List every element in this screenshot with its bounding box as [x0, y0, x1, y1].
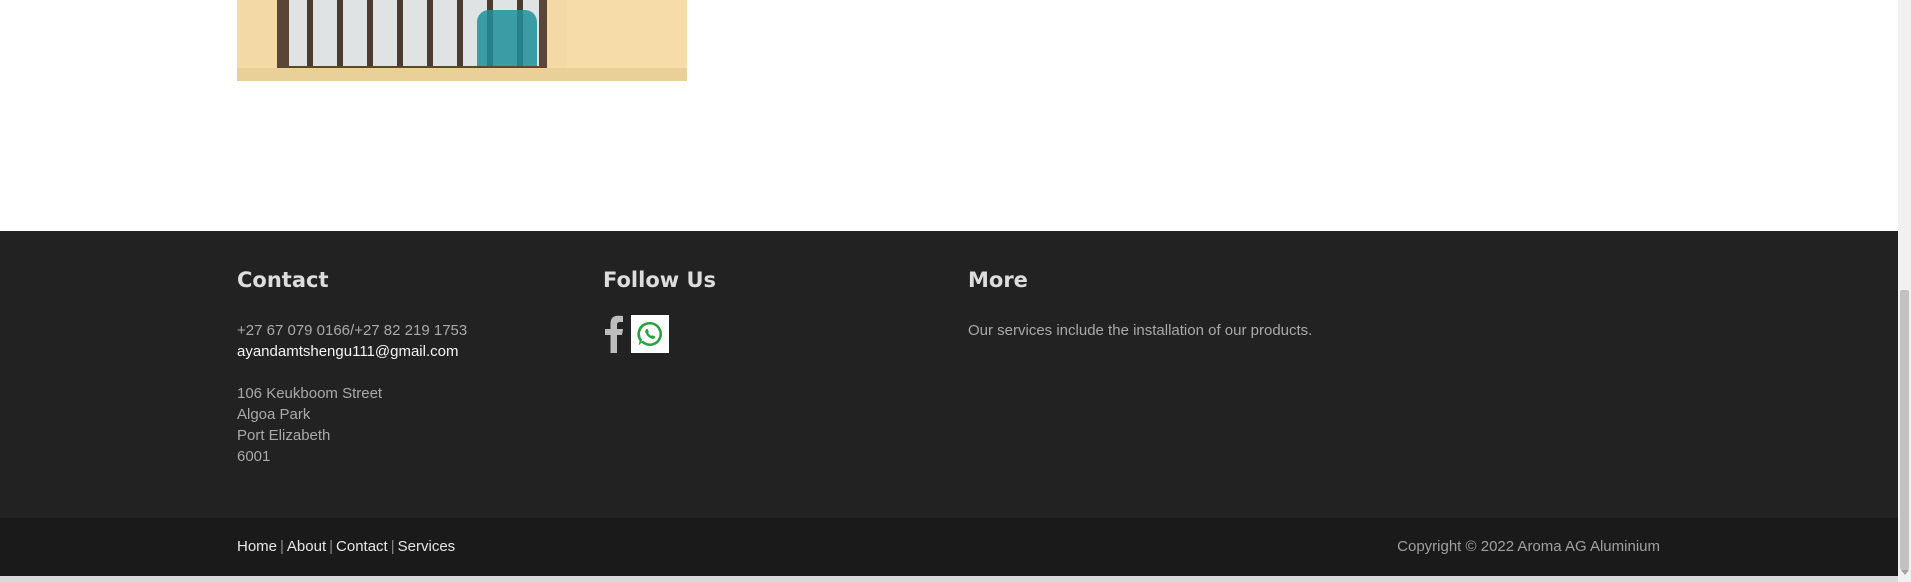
contact-heading: Contact [237, 268, 329, 292]
footer-link-contact[interactable]: Contact [336, 538, 388, 555]
address-line: Algoa Park [237, 406, 311, 423]
address-line: 106 Keukboom Street [237, 385, 383, 402]
address-line: Port Elizabeth [237, 427, 331, 444]
footer-link-about[interactable]: About [287, 538, 326, 555]
footer-contact-column: Contact +27 67 079 0166/+27 82 219 1753 … [237, 268, 467, 465]
nav-separator: | [390, 538, 395, 555]
contact-address: 106 Keukboom Street Algoa Park Port Eliz… [237, 383, 382, 467]
facebook-icon[interactable] [603, 315, 625, 353]
footer-nav: Home | About | Contact | Services [237, 538, 455, 555]
bottom-edge [0, 576, 1898, 582]
whatsapp-icon[interactable] [631, 315, 669, 353]
copyright-text: Copyright © 2022 Aroma AG Aluminium [1397, 538, 1660, 555]
more-description: Our services include the installation of… [968, 322, 1313, 339]
address-line: 6001 [237, 448, 271, 465]
footer-link-services[interactable]: Services [398, 538, 456, 555]
footer-more-column: More Our services include the installati… [968, 268, 1312, 339]
scroll-down-arrow-icon[interactable] [1901, 570, 1909, 575]
scrollbar-thumb[interactable] [1900, 290, 1909, 570]
page-viewport: Contact +27 67 079 0166/+27 82 219 1753 … [0, 0, 1898, 582]
product-photo [237, 0, 687, 81]
footer-link-home[interactable]: Home [237, 538, 277, 555]
follow-heading: Follow Us [603, 268, 717, 292]
contact-email-link[interactable]: ayandamtshengu111@gmail.com [237, 341, 467, 362]
more-heading: More [968, 268, 1028, 292]
nav-separator: | [329, 538, 334, 555]
footer-follow-column: Follow Us [603, 268, 717, 353]
social-links [603, 315, 669, 353]
nav-separator: | [280, 538, 284, 555]
contact-phone: +27 67 079 0166/+27 82 219 1753 [237, 322, 468, 339]
